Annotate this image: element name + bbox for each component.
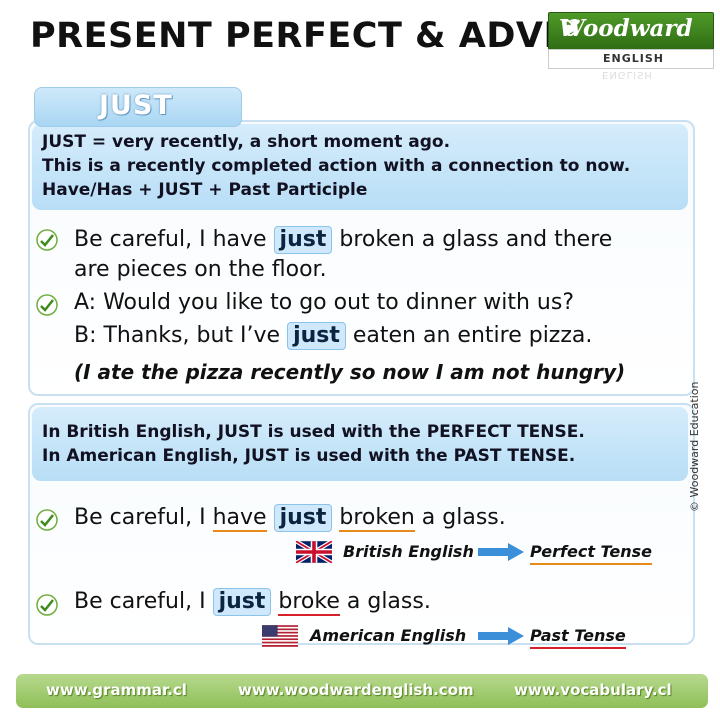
british-example: Be careful, I have just broken a glass. [74,502,506,533]
highlight-just: just [273,226,333,254]
footer-link-vocabulary[interactable]: www.vocabulary.cl [514,681,672,699]
american-label: American English [310,626,467,645]
example-1-line-2: are pieces on the floor. [74,257,327,282]
logo-banner: Woodward ❦ [548,12,714,50]
example-1-line-1: Be careful, I have just broken a glass a… [74,224,612,255]
logo-sub-banner: ENGLISH [548,49,714,69]
british-prefix: Be careful, I [74,505,213,530]
example-2-line-a: A: Would you like to go out to dinner wi… [74,290,575,315]
british-verb: broken [339,505,415,532]
example-2-note: (I ate the pizza recently so now I am no… [74,360,626,384]
usage-line-1: In British English, JUST is used with th… [42,422,585,442]
logo-reflection: ENGLISH [602,69,653,80]
example-1-part-1: Be careful, I have [74,227,274,252]
check-leaf-icon [36,509,58,531]
us-flag-icon [262,625,298,647]
arrow-right-icon [478,627,524,645]
woodward-logo[interactable]: Woodward ❦ ENGLISH ENGLISH [548,12,714,80]
british-label: British English [343,542,474,561]
logo-brand: Woodward [559,15,693,42]
british-suffix: a glass. [414,505,506,530]
uk-flag-icon [296,541,332,563]
highlight-just: just [287,322,346,350]
copyright: © Woodward Education [688,381,701,512]
check-leaf-icon [36,294,58,316]
american-prefix: Be careful, I [74,589,213,614]
arrow-right-icon [478,543,524,561]
fern-icon: ❦ [559,15,579,42]
usage-line-2: In American English, JUST is used with t… [42,446,576,466]
footer-link-grammar[interactable]: www.grammar.cl [46,681,187,699]
footer-link-woodward[interactable]: www.woodwardenglish.com [238,681,474,699]
example-2-line-b: B: Thanks, but I’ve just eaten an entire… [74,320,592,351]
american-verb: broke [278,589,340,616]
past-tense-label: Past Tense [530,626,626,649]
example-2-part-1: B: Thanks, but I’ve [74,323,288,348]
definition-line-3: Have/Has + JUST + Past Participle [42,180,368,200]
check-leaf-icon [36,229,58,251]
definition-line-2: This is a recently completed action with… [42,156,631,176]
definition-line-1: JUST = very recently, a short moment ago… [42,132,451,152]
perfect-tense-label: Perfect Tense [530,542,653,565]
usage-box [32,407,688,481]
american-suffix: a glass. [339,589,431,614]
american-example: Be careful, I just broke a glass. [74,586,431,617]
tab-label: JUST [99,90,173,121]
highlight-just: just [273,504,333,532]
footer-bar: www.grammar.cl www.woodwardenglish.com w… [16,674,708,708]
british-aux: have [212,505,267,532]
highlight-just: just [212,588,272,616]
logo-sub: ENGLISH [603,52,664,65]
example-1-part-2: broken a glass and there [332,227,613,252]
example-2-part-2: eaten an entire pizza. [345,323,593,348]
just-tab: JUST [34,87,242,127]
check-leaf-icon [36,594,58,616]
